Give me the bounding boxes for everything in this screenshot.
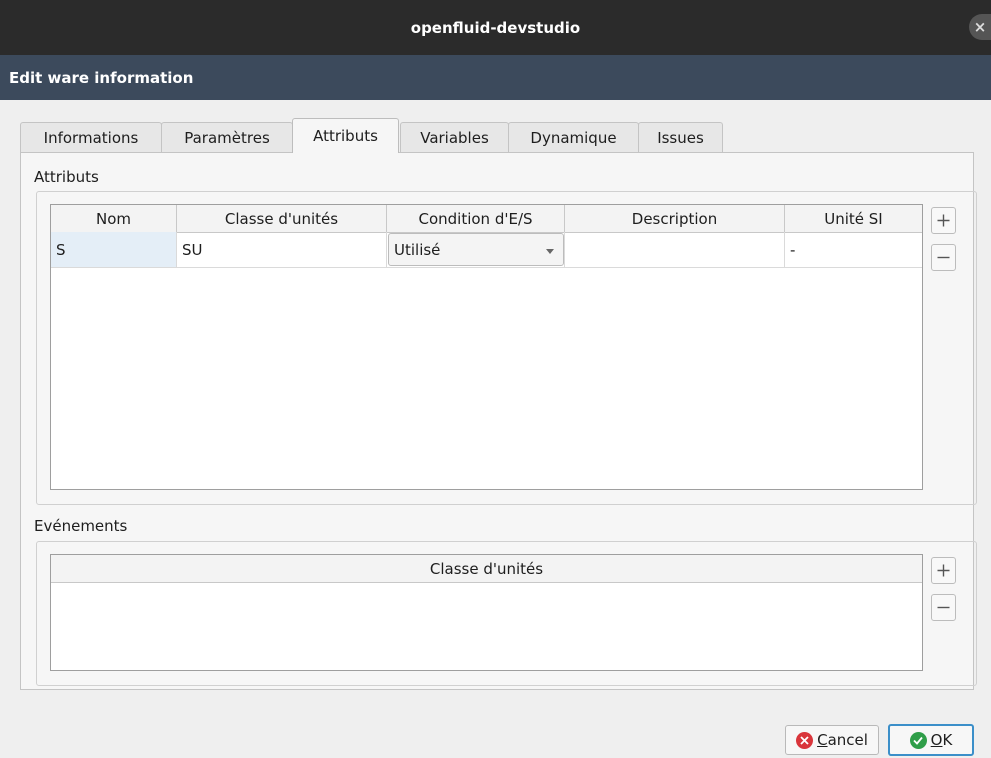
column-header-description[interactable]: Description <box>565 205 785 232</box>
events-groupbox: Classe d'unités <box>36 541 977 686</box>
remove-event-button[interactable] <box>931 594 956 621</box>
add-attribute-button[interactable] <box>931 207 956 234</box>
condition-dropdown[interactable]: Utilisé <box>388 233 564 266</box>
tab-label: Paramètres <box>184 128 270 147</box>
events-table-header: Classe d'unités <box>51 555 922 583</box>
ok-button[interactable]: OK <box>888 724 974 756</box>
window-title: openfluid-devstudio <box>410 18 581 37</box>
cell-classe-unites[interactable]: SU <box>177 232 387 268</box>
events-table[interactable]: Classe d'unités <box>50 554 923 671</box>
cell-nom[interactable]: S <box>51 232 177 268</box>
cancel-icon <box>796 731 814 749</box>
plus-icon <box>937 214 950 227</box>
tab-parametres[interactable]: Paramètres <box>161 122 293 152</box>
events-section-title: Evénements <box>34 517 128 535</box>
minus-icon <box>937 606 950 609</box>
chevron-down-icon <box>546 249 554 254</box>
column-header-unite-si[interactable]: Unité SI <box>785 205 922 232</box>
tab-variables[interactable]: Variables <box>400 122 509 152</box>
tab-label: Informations <box>43 128 139 147</box>
tab-label: Issues <box>657 128 704 147</box>
dialog-header: Edit ware information <box>0 55 991 100</box>
window-titlebar: openfluid-devstudio × <box>0 0 991 55</box>
tab-issues[interactable]: Issues <box>638 122 723 152</box>
column-header-nom[interactable]: Nom <box>51 205 177 232</box>
condition-dropdown-value: Utilisé <box>394 240 441 259</box>
column-header-classe-unites[interactable]: Classe d'unités <box>51 555 922 582</box>
attributes-table-header: Nom Classe d'unités Condition d'E/S Desc… <box>51 205 922 233</box>
ok-button-label: OK <box>930 731 953 749</box>
tab-label: Attributs <box>313 127 378 145</box>
attributes-section-title: Attributs <box>34 168 99 186</box>
add-event-button[interactable] <box>931 557 956 584</box>
tab-panel-attributs: Attributs Nom Classe d'unités Condition … <box>20 152 977 690</box>
cell-unite-si[interactable]: - <box>785 232 922 268</box>
close-icon[interactable]: × <box>969 14 991 40</box>
dialog-title: Edit ware information <box>9 68 194 87</box>
plus-icon <box>937 564 950 577</box>
tab-label: Variables <box>420 128 489 147</box>
tab-attributs[interactable]: Attributs <box>292 118 399 153</box>
check-icon <box>909 731 927 749</box>
cell-condition[interactable]: Utilisé <box>387 232 565 268</box>
tab-informations[interactable]: Informations <box>20 122 162 152</box>
tab-label: Dynamique <box>530 128 617 147</box>
column-header-classe-unites[interactable]: Classe d'unités <box>177 205 387 232</box>
cancel-button-label: Cancel <box>817 731 868 749</box>
tab-dynamique[interactable]: Dynamique <box>508 122 639 152</box>
cancel-button[interactable]: Cancel <box>785 725 879 755</box>
attributes-table[interactable]: Nom Classe d'unités Condition d'E/S Desc… <box>50 204 923 490</box>
cell-description[interactable] <box>565 232 785 268</box>
attributes-groupbox: Nom Classe d'unités Condition d'E/S Desc… <box>36 191 977 505</box>
remove-attribute-button[interactable] <box>931 244 956 271</box>
column-header-condition[interactable]: Condition d'E/S <box>387 205 565 232</box>
minus-icon <box>937 256 950 259</box>
